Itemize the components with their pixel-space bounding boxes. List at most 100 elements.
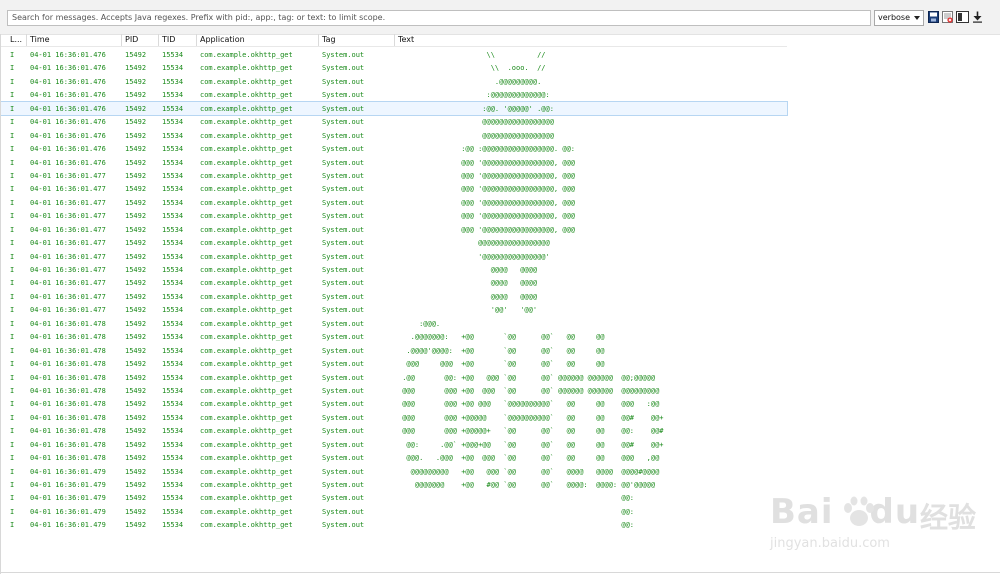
log-row[interactable]: I 04-01 16:36:01.476 15492 15534 com.example… xyxy=(0,142,787,155)
log-application: com.example.okhttp_get xyxy=(200,481,293,489)
log-tag: System.out xyxy=(322,306,365,315)
toggle-panel-icon[interactable] xyxy=(956,11,969,24)
log-tag: System.out xyxy=(322,225,365,234)
column-header-application[interactable]: Application xyxy=(200,35,245,44)
log-tag: System.out xyxy=(322,104,365,113)
search-input[interactable]: Search for messages. Accepts Java regexe… xyxy=(7,10,871,26)
column-header-tid[interactable]: TID xyxy=(162,35,175,44)
log-row[interactable]: I 04-01 16:36:01.479 15492 15534 com.example… xyxy=(0,505,787,518)
log-row[interactable]: I 04-01 16:36:01.477 15492 15534 com.example… xyxy=(0,196,787,209)
log-tid: 15534 xyxy=(162,212,184,221)
log-text: @@@ @@@ +@@ `@@ @@` @@ @@ xyxy=(398,360,605,369)
log-row[interactable]: I 04-01 16:36:01.477 15492 15534 com.example… xyxy=(0,250,787,263)
column-header-tag[interactable]: Tag xyxy=(322,35,336,44)
log-row[interactable]: I 04-01 16:36:01.476 15492 15534 com.example… xyxy=(0,61,787,74)
log-level: I xyxy=(10,306,15,315)
log-tid: 15534 xyxy=(162,158,184,167)
log-level: I xyxy=(10,333,15,342)
log-tag: System.out xyxy=(322,386,365,395)
log-pid: 15492 xyxy=(125,64,147,73)
log-row[interactable]: I 04-01 16:36:01.478 15492 15534 com.example… xyxy=(0,397,787,410)
log-level: I xyxy=(10,440,15,449)
log-row[interactable]: I 04-01 16:36:01.477 15492 15534 com.example… xyxy=(0,236,787,249)
column-header-text[interactable]: Text xyxy=(398,35,414,44)
log-row[interactable]: I 04-01 16:36:01.478 15492 15534 com.example… xyxy=(0,344,787,357)
log-row[interactable]: I 04-01 16:36:01.478 15492 15534 com.example… xyxy=(0,330,787,343)
log-row[interactable]: I 04-01 16:36:01.477 15492 15534 com.example… xyxy=(0,182,787,195)
log-time: 04-01 16:36:01.479 xyxy=(30,481,106,489)
log-tid: 15534 xyxy=(162,427,184,436)
log-row[interactable]: I 04-01 16:36:01.478 15492 15534 com.example… xyxy=(0,424,787,437)
log-row[interactable]: I 04-01 16:36:01.478 15492 15534 com.example… xyxy=(0,411,787,424)
log-application: com.example.okhttp_get xyxy=(200,400,293,409)
log-tag: System.out xyxy=(322,507,365,516)
save-icon[interactable] xyxy=(928,11,939,24)
clear-log-icon[interactable] xyxy=(942,11,953,24)
log-row[interactable]: I 04-01 16:36:01.476 15492 15534 com.example… xyxy=(0,75,787,88)
log-row[interactable]: I 04-01 16:36:01.478 15492 15534 com.example… xyxy=(0,451,787,464)
log-tid: 15534 xyxy=(162,185,184,194)
log-level: I xyxy=(10,118,15,127)
log-row[interactable]: I 04-01 16:36:01.477 15492 15534 com.example… xyxy=(0,303,787,316)
log-tid: 15534 xyxy=(162,413,184,422)
log-pid: 15492 xyxy=(125,494,147,503)
log-row[interactable]: I 04-01 16:36:01.479 15492 15534 com.example… xyxy=(0,491,787,504)
log-level: I xyxy=(10,373,15,382)
log-row[interactable]: I 04-01 16:36:01.476 15492 15534 com.example… xyxy=(0,115,787,128)
log-tag: System.out xyxy=(322,131,365,140)
log-level-select[interactable]: verbose xyxy=(874,10,924,26)
toolbar: Search for messages. Accepts Java regexe… xyxy=(0,0,1000,35)
log-tag: System.out xyxy=(322,279,365,288)
log-row[interactable]: I 04-01 16:36:01.477 15492 15534 com.example… xyxy=(0,263,787,276)
log-row[interactable]: I 04-01 16:36:01.476 15492 15534 com.example… xyxy=(0,156,787,169)
log-row[interactable]: I 04-01 16:36:01.478 15492 15534 com.example… xyxy=(0,384,787,397)
log-text: .@@ @@: +@@ @@@ `@@ @@` @@@@@@ @@@@@@ @@… xyxy=(398,373,656,382)
log-level: I xyxy=(10,413,15,422)
log-time: 04-01 16:36:01.477 xyxy=(30,198,106,207)
log-row[interactable]: I 04-01 16:36:01.478 15492 15534 com.example… xyxy=(0,371,787,384)
watermark: Bai du 经验 jingyan.baidu.com xyxy=(770,488,990,568)
log-row[interactable]: I 04-01 16:36:01.476 15492 15534 com.example… xyxy=(0,129,787,142)
log-row[interactable]: I 04-01 16:36:01.479 15492 15534 com.example… xyxy=(0,478,787,491)
log-row[interactable]: I 04-01 16:36:01.477 15492 15534 com.example… xyxy=(0,223,787,236)
log-level: I xyxy=(10,64,15,73)
log-time: 04-01 16:36:01.477 xyxy=(30,171,106,180)
log-row[interactable]: I 04-01 16:36:01.478 15492 15534 com.example… xyxy=(0,357,787,370)
log-row[interactable]: I 04-01 16:36:01.479 15492 15534 com.example… xyxy=(0,518,787,531)
log-application: com.example.okhttp_get xyxy=(200,185,293,194)
log-tid: 15534 xyxy=(162,467,184,476)
log-application: com.example.okhttp_get xyxy=(200,386,293,395)
log-row[interactable]: I 04-01 16:36:01.477 15492 15534 com.example… xyxy=(0,209,787,222)
log-pid: 15492 xyxy=(125,77,147,86)
log-row[interactable]: I 04-01 16:36:01.479 15492 15534 com.example… xyxy=(0,465,787,478)
log-tag: System.out xyxy=(322,171,365,180)
log-time: 04-01 16:36:01.478 xyxy=(30,319,106,328)
log-application: com.example.okhttp_get xyxy=(200,440,293,449)
log-row[interactable]: I 04-01 16:36:01.476 15492 15534 com.example… xyxy=(0,48,787,61)
log-level: I xyxy=(10,292,15,301)
log-row[interactable]: I 04-01 16:36:01.476 15492 15534 com.example… xyxy=(0,100,788,117)
chevron-down-icon xyxy=(914,16,920,20)
log-row[interactable]: I 04-01 16:36:01.477 15492 15534 com.example… xyxy=(0,290,787,303)
scroll-lock-icon[interactable] xyxy=(972,11,983,24)
log-tag: System.out xyxy=(322,454,365,463)
column-header-pid[interactable]: PID xyxy=(125,35,138,44)
log-row[interactable]: I 04-01 16:36:01.476 15492 15534 com.example… xyxy=(0,88,787,101)
log-application: com.example.okhttp_get xyxy=(200,145,293,154)
log-row[interactable]: I 04-01 16:36:01.477 15492 15534 com.example… xyxy=(0,276,787,289)
log-level: I xyxy=(10,521,15,530)
log-row[interactable]: I 04-01 16:36:01.477 15492 15534 com.example… xyxy=(0,169,787,182)
log-pid: 15492 xyxy=(125,319,147,328)
log-pid: 15492 xyxy=(125,104,147,113)
log-time: 04-01 16:36:01.477 xyxy=(30,239,106,248)
log-row[interactable]: I 04-01 16:36:01.478 15492 15534 com.example… xyxy=(0,438,787,451)
log-row[interactable]: I 04-01 16:36:01.478 15492 15534 com.example… xyxy=(0,317,787,330)
log-tag: System.out xyxy=(322,494,365,503)
log-application: com.example.okhttp_get xyxy=(200,198,293,207)
log-text: @@@ @@@ +@@@@@+ `@@ @@` @@ @@ @@: @@# xyxy=(398,427,664,436)
log-tid: 15534 xyxy=(162,373,184,382)
column-header-level[interactable]: L... xyxy=(10,35,22,44)
column-header-time[interactable]: Time xyxy=(30,35,50,44)
log-application: com.example.okhttp_get xyxy=(200,171,293,180)
log-text: @@: xyxy=(398,521,635,530)
